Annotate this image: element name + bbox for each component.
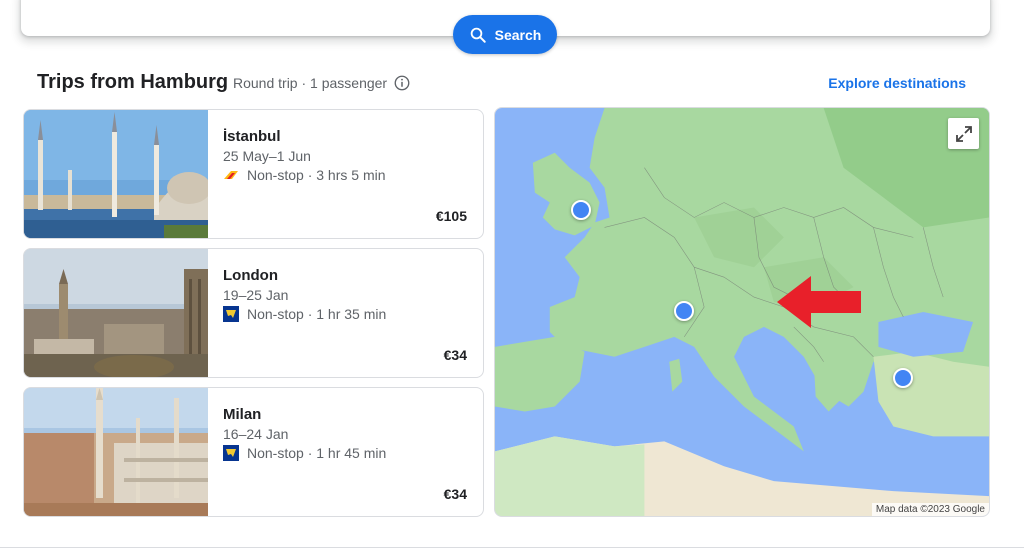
trip-city: İstanbul xyxy=(223,128,281,145)
istanbul-photo xyxy=(24,110,208,238)
trip-price: €34 xyxy=(443,486,467,502)
trip-price: €105 xyxy=(435,208,467,224)
map-pin-london[interactable] xyxy=(571,200,591,220)
map-credit: Map data ©2023 Google xyxy=(871,503,989,516)
london-photo xyxy=(24,249,208,377)
info-icon[interactable] xyxy=(393,74,411,92)
trip-dates: 25 May–1 Jun xyxy=(223,148,311,164)
trip-flight-info: Non-stop · 1 hr 45 min xyxy=(223,445,386,461)
trip-city: London xyxy=(223,267,278,284)
trip-options: Round trip · 1 passenger xyxy=(233,74,411,92)
page: Search Trips from Hamburg Round trip · 1… xyxy=(0,0,1024,555)
section-title: Trips from Hamburg xyxy=(37,71,229,93)
explore-destinations-link[interactable]: Explore destinations xyxy=(828,75,966,91)
trip-flight-label: Non-stop · 3 hrs 5 min xyxy=(247,167,386,183)
trip-city: Milan xyxy=(223,406,262,423)
ryanair-logo-icon xyxy=(223,306,239,322)
trip-card-london[interactable]: London 19–25 Jan Non-stop · 1 hr 35 min … xyxy=(23,248,484,378)
milan-photo xyxy=(24,388,208,516)
europe-map xyxy=(495,108,989,516)
ryanair-logo-icon xyxy=(223,445,239,461)
search-button[interactable]: Search xyxy=(453,15,557,54)
trip-flight-label: Non-stop · 1 hr 45 min xyxy=(247,445,387,461)
trip-card-istanbul[interactable]: İstanbul 25 May–1 Jun Non-stop · 3 hrs 5… xyxy=(23,109,484,239)
search-button-label: Search xyxy=(494,26,542,43)
trip-dates: 19–25 Jan xyxy=(223,287,289,303)
red-arrow-icon xyxy=(777,276,861,328)
search-icon xyxy=(470,27,486,43)
destinations-map[interactable]: Map data ©2023 Google xyxy=(494,107,990,517)
divider xyxy=(0,547,1024,548)
trip-price: €34 xyxy=(443,347,467,363)
trip-flight-label: Non-stop · 1 hr 35 min xyxy=(247,306,387,322)
expand-icon xyxy=(955,125,972,142)
map-pin-istanbul[interactable] xyxy=(893,368,913,388)
pegasus-logo-icon xyxy=(224,171,238,179)
map-pin-milan[interactable] xyxy=(674,301,694,321)
trip-dates: 16–24 Jan xyxy=(223,426,289,442)
trip-options-label: Round trip · 1 passenger xyxy=(233,75,388,91)
trip-flight-info: Non-stop · 3 hrs 5 min xyxy=(223,167,386,183)
trip-flight-info: Non-stop · 1 hr 35 min xyxy=(223,306,386,322)
expand-map-button[interactable] xyxy=(948,118,979,149)
trip-card-milan[interactable]: Milan 16–24 Jan Non-stop · 1 hr 45 min €… xyxy=(23,387,484,517)
